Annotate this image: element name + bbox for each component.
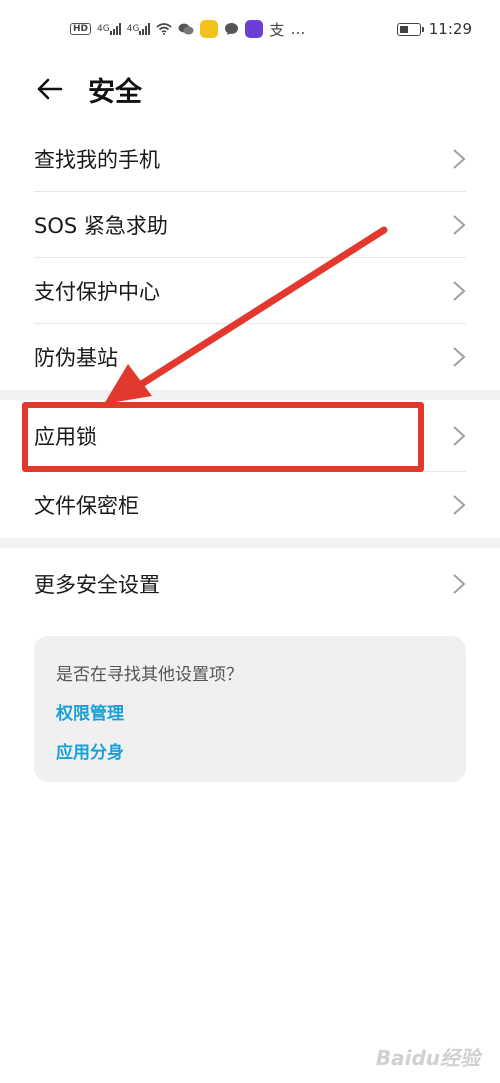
status-right: 11:29	[396, 20, 472, 38]
status-bar: HD 4G 4G 支 … 11:29	[0, 0, 500, 58]
page-title: 安全	[88, 77, 142, 108]
more-notifications-icon: …	[290, 20, 306, 38]
list-item-more-security-settings[interactable]: 更多安全设置	[0, 548, 500, 620]
suggestion-card: 是否在寻找其他设置项？ 权限管理 应用分身	[34, 636, 466, 782]
list-item-sos[interactable]: SOS 紧急求助	[0, 192, 500, 258]
network-type-label-2: 4G	[126, 24, 140, 34]
chevron-right-icon	[453, 495, 466, 515]
link-app-twin[interactable]: 应用分身	[56, 738, 444, 763]
item-label: 防伪基站	[34, 346, 118, 370]
card-question: 是否在寻找其他设置项？	[56, 665, 243, 685]
battery-icon	[396, 22, 424, 36]
item-label: SOS 紧急求助	[34, 214, 168, 238]
wifi-icon	[156, 23, 172, 35]
hd-icon: HD	[70, 23, 92, 35]
watermark: Baidu经验	[375, 1046, 480, 1070]
chevron-right-icon	[453, 426, 466, 446]
network-type-label: 4G	[97, 24, 110, 34]
annotation-highlight-box	[22, 402, 424, 472]
signal-icon-2: 4G	[127, 23, 151, 35]
item-label: 支付保护中心	[34, 280, 160, 304]
section-gap	[0, 538, 500, 548]
chevron-right-icon	[453, 215, 466, 235]
signal-icon: 4G	[97, 23, 121, 35]
weibo-icon	[200, 20, 219, 38]
section-gap	[0, 390, 500, 400]
back-arrow-icon[interactable]	[34, 74, 64, 104]
message-icon	[224, 22, 239, 36]
clock: 11:29	[428, 20, 472, 38]
item-label: 文件保密柜	[34, 494, 139, 518]
item-label: 查找我的手机	[34, 148, 160, 172]
list-item-payment-protection[interactable]: 支付保护中心	[0, 258, 500, 324]
list-item-fake-base-station[interactable]: 防伪基站	[0, 324, 500, 390]
chevron-right-icon	[453, 149, 466, 169]
chevron-right-icon	[453, 281, 466, 301]
alipay-icon: 支	[269, 20, 285, 39]
list-item-find-my-phone[interactable]: 查找我的手机	[0, 126, 500, 192]
wechat-icon	[178, 22, 194, 36]
item-label: 更多安全设置	[34, 573, 160, 597]
chevron-right-icon	[453, 574, 466, 594]
link-permission-management[interactable]: 权限管理	[56, 699, 444, 724]
video-app-icon	[245, 20, 264, 38]
chevron-right-icon	[453, 347, 466, 367]
list-item-file-safe[interactable]: 文件保密柜	[0, 472, 500, 538]
settings-list: 查找我的手机 SOS 紧急求助 支付保护中心 防伪基站 应用锁 文件保密柜 更多…	[0, 126, 500, 620]
status-icons: HD 4G 4G 支 …	[70, 19, 305, 40]
